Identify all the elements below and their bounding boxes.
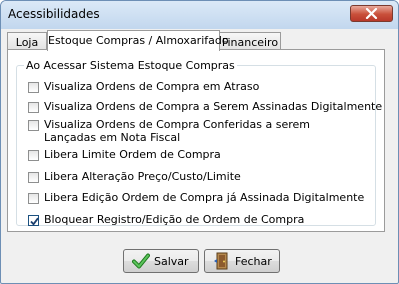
checkmark-icon — [30, 217, 39, 226]
door-exit-icon — [213, 252, 231, 270]
checkbox[interactable] — [28, 82, 39, 93]
close-button[interactable]: Fechar — [204, 249, 280, 273]
close-button-label: Fechar — [235, 254, 272, 268]
checkbox[interactable] — [28, 193, 39, 204]
checkbox[interactable] — [28, 150, 39, 161]
tab-label: Estoque Compras / Almoxarifado — [48, 34, 229, 47]
group-legend: Ao Acessar Sistema Estoque Compras — [24, 59, 237, 72]
checkbox[interactable] — [28, 120, 39, 131]
option-label: Visualiza Ordens de Compra a Serem Assin… — [44, 100, 383, 113]
option-label: Visualiza Ordens de Compra em Atraso — [44, 80, 260, 93]
option-visualiza-atraso[interactable]: Visualiza Ordens de Compra em Atraso — [28, 80, 259, 93]
tab-label: Financeiro — [221, 36, 279, 49]
option-label: Libera Edição Ordem de Compra já Assinad… — [44, 191, 365, 204]
window-close-button[interactable] — [350, 5, 393, 22]
option-bloquear-registro[interactable]: Bloquear Registro/Edição de Ordem de Com… — [28, 213, 304, 226]
tab-loja[interactable]: Loja — [7, 32, 47, 50]
checkbox[interactable] — [28, 172, 39, 183]
close-icon — [365, 8, 378, 19]
checkbox[interactable] — [28, 102, 39, 113]
option-libera-alteracao[interactable]: Libera Alteração Preço/Custo/Limite — [28, 170, 241, 183]
option-visualiza-conferidas[interactable]: Visualiza Ordens de Compra Conferidas a … — [28, 118, 359, 144]
dialog-body: Loja Estoque Compras / Almoxarifado Fina… — [7, 29, 392, 277]
option-label: Visualiza Ordens de Compra Conferidas a … — [44, 118, 311, 144]
save-button[interactable]: Salvar — [123, 249, 199, 273]
option-libera-limite[interactable]: Libera Limite Ordem de Compra — [28, 148, 221, 161]
checkmark-icon — [132, 252, 150, 270]
tab-panel: Ao Acessar Sistema Estoque Compras Visua… — [7, 49, 385, 232]
dialog-window: Acessibilidades Loja Estoque Compras / A… — [0, 0, 399, 284]
tab-estoque-compras[interactable]: Estoque Compras / Almoxarifado — [47, 30, 229, 51]
window-title: Acessibilidades — [8, 7, 100, 21]
option-libera-edicao[interactable]: Libera Edição Ordem de Compra já Assinad… — [28, 191, 364, 204]
option-label: Libera Limite Ordem de Compra — [44, 148, 221, 161]
save-button-label: Salvar — [154, 254, 189, 268]
checkbox-checked[interactable] — [28, 215, 39, 226]
option-label: Bloquear Registro/Edição de Ordem de Com… — [44, 213, 305, 226]
tab-label: Loja — [15, 36, 39, 49]
option-visualiza-assinadas[interactable]: Visualiza Ordens de Compra a Serem Assin… — [28, 100, 382, 113]
option-label: Libera Alteração Preço/Custo/Limite — [44, 170, 241, 183]
title-bar[interactable]: Acessibilidades — [1, 1, 398, 29]
